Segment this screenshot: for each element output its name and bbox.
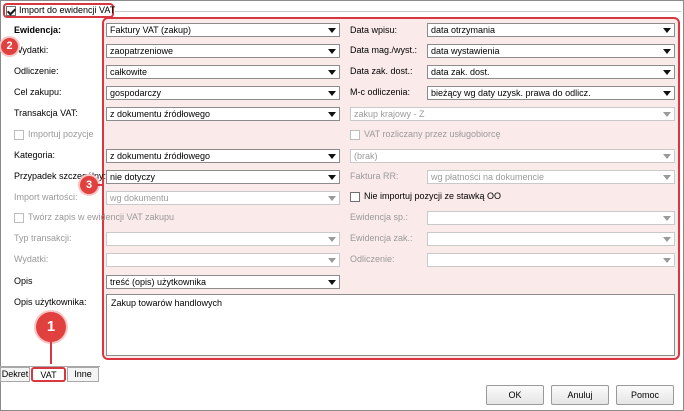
chevron-down-icon [328,112,336,117]
tab-dekret[interactable]: Dekret [0,367,30,382]
header-divider [115,11,681,12]
odliczenie-select[interactable]: całkowite [106,65,340,79]
opis-uzytkownika-textarea[interactable]: Zakup towarów handlowych [106,294,675,356]
transakcja-vat-select[interactable]: z dokumentu źródłowego [106,107,340,121]
cel-zakupu-label: Cel zakupu: [14,87,62,97]
kategoria-select[interactable]: z dokumentu źródłowego [106,149,340,163]
vat-rozliczany-label: VAT rozliczany przez usługobiorcę [364,129,501,139]
nie-importuj-checkbox[interactable] [350,192,360,202]
chevron-down-icon [328,154,336,159]
cancel-button[interactable]: Anuluj [551,385,609,405]
ewidencja-label: Ewidencja: [14,25,62,35]
opis-label: Opis [14,276,33,286]
cel-zakupu-select[interactable]: gospodarczy [106,86,340,100]
import-wartosci-select[interactable]: wg dokumentu [106,191,340,205]
opis-uzytkownika-text: Zakup towarów handlowych [111,298,223,308]
tworz-zapis-label: Twórz zapis w ewidencji VAT zakupu [28,212,175,222]
data-wpisu-label: Data wpisu: [350,25,398,35]
tworz-zapis-checkbox[interactable] [14,213,24,223]
chevron-down-icon [663,237,671,242]
wydatki-select[interactable]: zaopatrzeniowe [106,44,340,58]
kategoria-label: Kategoria: [14,150,56,160]
annotation-badge-1: 1 [36,312,66,342]
import-wartosci-label: Import wartości: [14,192,78,202]
ok-button[interactable]: OK [486,385,544,405]
typ-transakcji-select[interactable] [106,232,340,246]
nie-importuj-label: Nie importuj pozycji ze stawką OO [364,191,502,201]
importuj-pozycje-checkbox[interactable] [14,130,24,140]
import-checkbox-label: Import do ewidencji VAT [19,5,116,15]
wydatki2-select[interactable] [106,253,340,267]
ewidencja-sp-label: Ewidencja sp.: [350,212,409,222]
chevron-down-icon [328,280,336,285]
data-mag-select[interactable]: data wystawienia [427,44,675,58]
data-zak-label: Data zak. dost.: [350,66,413,76]
chevron-down-icon [663,28,671,33]
odliczenie-label: Odliczenie: [14,66,59,76]
wydatki2-label: Wydatki: [14,254,49,264]
data-mag-label: Data mag./wyst.: [350,45,418,55]
odliczenie2-label: Odliczenie: [350,254,395,264]
faktura-rr-select[interactable]: wg płatności na dokumencie [427,170,675,184]
chevron-down-icon [328,49,336,54]
tab-inne[interactable]: Inne [67,367,99,382]
import-checkbox[interactable] [6,6,16,16]
chevron-down-icon [663,175,671,180]
annotation-connector-1 [50,342,52,364]
chevron-down-icon [663,216,671,221]
chevron-down-icon [663,258,671,263]
chevron-down-icon [328,175,336,180]
chevron-down-icon [663,70,671,75]
faktura-rr-label: Faktura RR: [350,171,399,181]
chevron-down-icon [328,258,336,263]
chevron-down-icon [663,112,671,117]
odliczenie2-select[interactable] [427,253,675,267]
chevron-down-icon [663,49,671,54]
ewidencja-zak-label: Ewidencja zak.: [350,233,413,243]
annotation-badge-2: 2 [1,38,18,55]
transakcja-vat-label: Transakcja VAT: [14,108,78,118]
chevron-down-icon [663,154,671,159]
brak-select[interactable]: (brak) [350,149,675,163]
opis-uzytkownika-label: Opis użytkownika: [14,297,87,307]
ewidencja-zak-select[interactable] [427,232,675,246]
chevron-down-icon [663,91,671,96]
chevron-down-icon [328,28,336,33]
mc-odliczenia-label: M-c odliczenia: [350,87,411,97]
zakup-krajowy-select[interactable]: zakup krajowy - Z [350,107,675,121]
przypadek-select[interactable]: nie dotyczy [106,170,340,184]
ewidencja-sp-select[interactable] [427,211,675,225]
chevron-down-icon [328,196,336,201]
tab-vat[interactable]: VAT [31,367,66,382]
chevron-down-icon [328,91,336,96]
wydatki-label: Wydatki: [14,45,49,55]
chevron-down-icon [328,237,336,242]
mc-odliczenia-select[interactable]: bieżący wg daty uzysk. prawa do odlicz. [427,86,675,100]
vat-rozliczany-checkbox[interactable] [350,130,360,140]
annotation-connector-3 [97,184,103,186]
opis-select[interactable]: treść (opis) użytkownika [106,275,340,289]
typ-transakcji-label: Typ transakcji: [14,233,72,243]
chevron-down-icon [328,70,336,75]
importuj-pozycje-label: Importuj pozycje [28,129,94,139]
annotation-badge-3: 3 [80,176,98,194]
data-zak-select[interactable]: data zak. dost. [427,65,675,79]
help-button[interactable]: Pomoc [616,385,674,405]
data-wpisu-select[interactable]: data otrzymania [427,23,675,37]
ewidencja-select[interactable]: Faktury VAT (zakup) [106,23,340,37]
